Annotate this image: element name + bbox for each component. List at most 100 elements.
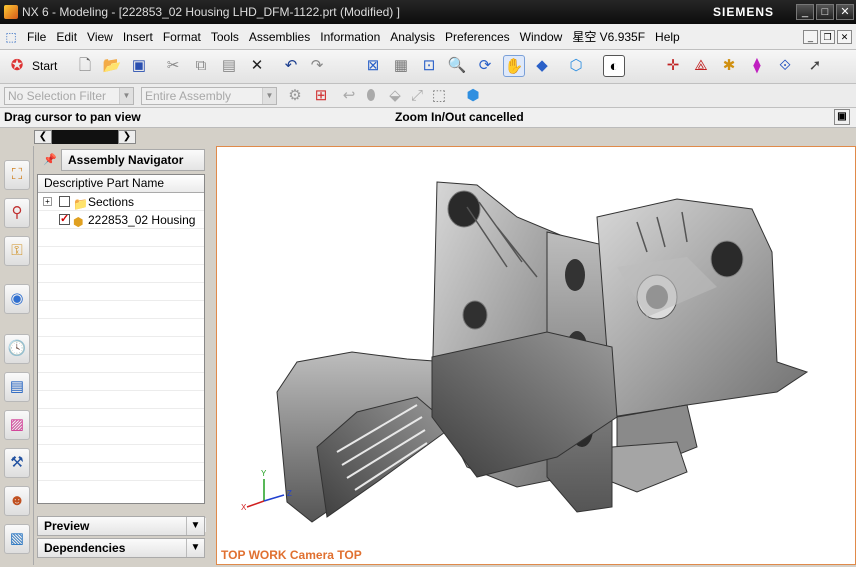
selection-toolbar: No Selection Filter ▼ Entire Assembly ▼ … (0, 84, 856, 108)
render-style-icon[interactable]: ◐ (603, 55, 625, 77)
process-studio-tab-icon[interactable]: ⚒ (4, 448, 30, 478)
wcs-icon[interactable]: ✛ (662, 55, 684, 77)
filter-tools-icon[interactable]: ⚙ (284, 85, 306, 107)
redo-icon[interactable]: ↷ (306, 55, 328, 77)
chevron-down-icon: ▼ (119, 88, 133, 104)
doc-minimize-button[interactable]: _ (803, 30, 818, 44)
menu-window[interactable]: Window (515, 30, 568, 44)
delete-icon[interactable]: ✕ (246, 55, 268, 77)
edge-icon[interactable]: ⤢ (406, 85, 428, 107)
cut-icon[interactable]: ✂ (162, 55, 184, 77)
doc-restore-button[interactable]: ❐ (820, 30, 835, 44)
copy-icon[interactable]: ⧉ (190, 55, 212, 77)
orient-view-icon[interactable]: ⬡ (565, 55, 587, 77)
chevron-down-icon[interactable]: ▼ (186, 517, 204, 535)
expand-icon[interactable]: + (43, 197, 52, 206)
menu-information[interactable]: Information (315, 30, 385, 44)
minimize-button[interactable]: _ (796, 4, 814, 20)
tree-row-sections[interactable]: + 📁 Sections (38, 193, 204, 211)
menu-tools[interactable]: Tools (206, 30, 244, 44)
status-toggle-icon[interactable]: ▣ (834, 109, 850, 125)
empty-row (38, 355, 204, 373)
rotate-icon[interactable]: ⟳ (474, 55, 496, 77)
start-icon[interactable]: ✪ (6, 55, 28, 77)
constraint-navigator-tab-icon[interactable]: ⚲ (4, 198, 30, 228)
arrow-left-icon[interactable]: ↩ (338, 85, 360, 107)
selection-filter-dropdown[interactable]: No Selection Filter ▼ (4, 87, 134, 105)
assembly-scope-dropdown[interactable]: Entire Assembly ▼ (141, 87, 277, 105)
maximize-button[interactable]: □ (816, 4, 834, 20)
paste-icon[interactable]: ▤ (218, 55, 240, 77)
system-materials-tab-icon[interactable]: ▤ (4, 372, 30, 402)
menu-file[interactable]: File (22, 30, 51, 44)
menu-xingkong[interactable]: 星空 V6.935F (567, 28, 650, 45)
rect-select-icon[interactable]: ⬚ (428, 85, 450, 107)
start-button[interactable]: Start (32, 59, 57, 73)
graphics-viewport[interactable]: Y X Z TOP WORK Camera TOP (216, 146, 856, 565)
fit-view-icon[interactable]: ⊠ (362, 55, 384, 77)
select-arrow-icon[interactable]: ➚ (804, 55, 826, 77)
scroll-left-button[interactable]: ❮ (34, 130, 52, 144)
menu-bar: ⬚ File Edit View Insert Format Tools Ass… (0, 24, 856, 50)
open-folder-icon[interactable]: 📂 (101, 55, 123, 77)
axis-x-label: X (241, 503, 247, 512)
sections-checkbox[interactable] (59, 196, 70, 207)
navigator-tree: Descriptive Part Name + 📁 Sections ✓ ⬢ 2… (37, 174, 206, 532)
empty-row (38, 265, 204, 283)
dependencies-section[interactable]: Dependencies ▼ (37, 538, 205, 558)
body-icon[interactable]: ⬮ (360, 85, 382, 107)
new-file-icon[interactable]: 🗋 (74, 55, 96, 77)
preview-label: Preview (44, 519, 90, 533)
empty-row (38, 409, 204, 427)
empty-row (38, 445, 204, 463)
empty-row (38, 301, 204, 319)
selection-icon[interactable]: ⧫ (746, 55, 768, 77)
palette-tab-icon[interactable]: ▨ (4, 410, 30, 440)
document-icon[interactable]: ⬚ (0, 30, 22, 44)
title-bar: NX 6 - Modeling - [222853_02 Housing LHD… (0, 0, 856, 24)
preview-section[interactable]: Preview ▼ (37, 516, 205, 536)
scroll-right-button[interactable]: ❯ (118, 130, 136, 144)
save-icon[interactable]: ▣ (128, 55, 150, 77)
pan-icon[interactable]: ✋ (503, 55, 525, 77)
menu-edit[interactable]: Edit (51, 30, 82, 44)
pin-icon[interactable]: 📌 (41, 151, 59, 169)
csys-icon[interactable]: ⟁ (690, 55, 712, 77)
navigator-header: 📌 Assembly Navigator (37, 148, 205, 172)
history-tab-icon[interactable]: 🕓 (4, 334, 30, 364)
resource-scroll-track[interactable] (52, 130, 118, 144)
snap-point-icon[interactable]: ✱ (718, 55, 740, 77)
close-button[interactable]: ✕ (836, 4, 854, 20)
status-bar: Drag cursor to pan view Zoom In/Out canc… (0, 108, 856, 128)
cube-icon[interactable]: ⬢ (462, 85, 484, 107)
web-browser-tab-icon[interactable]: ▧ (4, 524, 30, 554)
menu-assemblies[interactable]: Assemblies (244, 30, 315, 44)
doc-close-button[interactable]: ✕ (837, 30, 852, 44)
reuse-library-tab-icon[interactable]: ◉ (4, 284, 30, 314)
menu-format[interactable]: Format (158, 30, 206, 44)
assembly-navigator-tab-icon[interactable]: ⛶ (4, 160, 30, 190)
roles-tab-icon[interactable]: ☻ (4, 486, 30, 516)
menu-help[interactable]: Help (650, 30, 685, 44)
standard-toolbar: ✪ Start 🗋 📂 ▣ ✂ ⧉ ▤ ✕ ↶ ↷ ⊠ ▦ ⊡ 🔍 ⟳ ✋ ◆ … (0, 50, 856, 84)
menu-preferences[interactable]: Preferences (440, 30, 515, 44)
snap-options-icon[interactable]: ⊞ (310, 85, 332, 107)
zoom-icon[interactable]: 🔍 (446, 55, 468, 77)
column-header[interactable]: Descriptive Part Name (38, 175, 204, 193)
zoom-window-icon[interactable]: ⊡ (418, 55, 440, 77)
part-navigator-tab-icon[interactable]: ⚿ (4, 236, 30, 266)
menu-view[interactable]: View (82, 30, 118, 44)
menu-analysis[interactable]: Analysis (385, 30, 440, 44)
chevron-down-icon[interactable]: ▼ (186, 539, 204, 557)
tree-row-label: 222853_02 Housing (88, 213, 196, 227)
tree-row-housing[interactable]: ✓ ⬢ 222853_02 Housing (38, 211, 204, 229)
perspective-icon[interactable]: ◆ (531, 55, 553, 77)
measure-icon[interactable]: ⟐ (774, 55, 796, 77)
menu-insert[interactable]: Insert (118, 30, 158, 44)
zoom-box-icon[interactable]: ▦ (390, 55, 412, 77)
housing-checkbox[interactable]: ✓ (59, 214, 70, 225)
undo-icon[interactable]: ↶ (280, 55, 302, 77)
face-icon[interactable]: ⬙ (384, 85, 406, 107)
empty-row (38, 247, 204, 265)
view-label: TOP WORK Camera TOP (221, 548, 362, 562)
